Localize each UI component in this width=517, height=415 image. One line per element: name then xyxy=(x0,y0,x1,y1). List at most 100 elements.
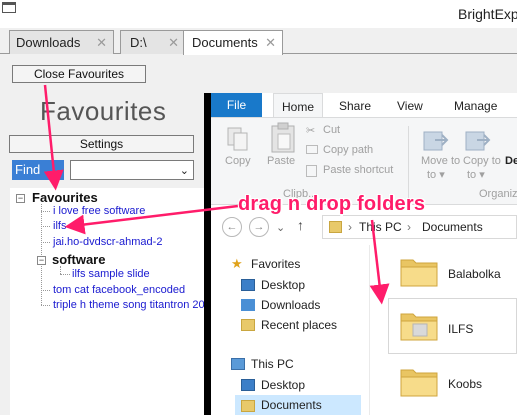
documents-icon xyxy=(241,400,255,412)
tree-guide-line xyxy=(41,242,50,243)
ribbon-tab-manage[interactable]: Manage xyxy=(454,99,497,113)
copy-label[interactable]: Copy xyxy=(225,155,251,167)
close-icon[interactable]: ✕ xyxy=(96,35,107,51)
explorer-content: File Home Share View Manage Copy Paste ✂… xyxy=(211,93,517,415)
organize-group-label: Organiz xyxy=(479,188,517,200)
breadcrumb-separator-icon: › xyxy=(407,220,411,234)
move-to-icon[interactable] xyxy=(421,126,449,154)
star-icon: ★ xyxy=(231,256,243,271)
folder-icon[interactable] xyxy=(399,364,439,398)
tab-label: D:\ xyxy=(130,35,147,50)
app-window-icon xyxy=(2,2,16,13)
desktop-icon xyxy=(241,279,255,291)
tree-folder-software[interactable]: software xyxy=(52,252,105,267)
recent-places-icon xyxy=(241,319,255,331)
paste-shortcut-icon[interactable] xyxy=(306,165,317,177)
nav-item-favorites[interactable]: Favorites xyxy=(251,257,300,271)
tree-guide-line xyxy=(41,211,50,212)
collapse-icon[interactable]: − xyxy=(16,194,25,203)
tree-item[interactable]: triple h theme song titantron 20 xyxy=(53,299,205,311)
ribbon-tab-home[interactable]: Home xyxy=(273,93,324,118)
ribbon-tab-share[interactable]: Share xyxy=(339,99,371,113)
navigation-pane: ★ Favorites Desktop Downloads Recent pla… xyxy=(211,245,361,415)
ribbon-separator xyxy=(408,126,409,198)
find-dropdown[interactable]: ⌄ xyxy=(70,160,194,180)
tree-root-favourites[interactable]: Favourites xyxy=(32,190,98,205)
copy-to-label[interactable]: Copy to xyxy=(463,155,501,167)
computer-icon xyxy=(231,358,245,370)
tab-documents[interactable]: Documents ✕ xyxy=(183,30,283,55)
paste-label[interactable]: Paste xyxy=(267,155,295,167)
ribbon-toolbar: Copy Paste ✂ Cut Copy path Paste shortcu… xyxy=(211,117,517,205)
tree-guide-line xyxy=(41,226,50,227)
tree-guide-line xyxy=(60,266,61,274)
breadcrumb-this-pc[interactable]: This PC xyxy=(359,220,402,234)
recent-locations-chevron-icon[interactable]: ⌄ xyxy=(276,221,285,234)
tree-item[interactable]: ilfs sample slide xyxy=(72,268,150,280)
back-arrow-icon[interactable]: ← xyxy=(222,217,242,237)
downloads-icon xyxy=(241,299,255,311)
chevron-down-icon[interactable]: ⌄ xyxy=(180,164,189,177)
delete-label[interactable]: De xyxy=(505,155,517,167)
copy-path-icon[interactable] xyxy=(306,145,318,154)
tab-d-drive[interactable]: D:\ ✕ xyxy=(120,30,186,54)
tree-guide-line xyxy=(41,290,50,291)
paste-shortcut-label[interactable]: Paste shortcut xyxy=(323,164,393,176)
forward-arrow-icon[interactable]: → xyxy=(249,217,269,237)
nav-item-this-pc[interactable]: This PC xyxy=(251,357,294,371)
tree-guide-line xyxy=(41,305,50,306)
paste-icon[interactable] xyxy=(269,122,297,154)
nav-item-documents[interactable]: Documents xyxy=(261,398,322,412)
title-bar: BrightExp xyxy=(0,0,517,28)
collapse-icon[interactable]: − xyxy=(37,256,46,265)
folder-icon[interactable] xyxy=(399,254,439,288)
drag-drop-annotation: drag n drop folders xyxy=(238,193,426,215)
folder-icon[interactable] xyxy=(399,308,439,342)
ribbon-tabs: File Home Share View Manage xyxy=(211,93,517,118)
settings-button[interactable]: Settings xyxy=(9,135,194,153)
tree-guide-line xyxy=(60,274,70,275)
nav-item-downloads[interactable]: Downloads xyxy=(261,298,320,312)
folder-balabolka[interactable]: Balabolka xyxy=(448,267,501,281)
folder-koobs[interactable]: Koobs xyxy=(448,377,482,391)
favourites-heading: Favourites xyxy=(40,96,167,126)
scissors-icon[interactable]: ✂ xyxy=(306,124,315,137)
ribbon-tab-view[interactable]: View xyxy=(397,99,423,113)
tree-item[interactable]: tom cat facebook_encoded xyxy=(53,284,185,296)
app-title: BrightExp xyxy=(458,6,517,22)
address-field[interactable]: › This PC › Documents xyxy=(322,215,517,239)
breadcrumb-separator-icon: › xyxy=(348,220,352,234)
tree-item[interactable]: ilfs xyxy=(53,220,66,232)
move-to-chevron-icon[interactable]: to ▾ xyxy=(427,168,445,181)
close-favourites-button[interactable]: Close Favourites xyxy=(12,65,146,83)
favourites-tree: − Favourites i love free software ilfs j… xyxy=(10,188,205,415)
bright-explorer-window: BrightExp Downloads ✕ D:\ ✕ Documents ✕ … xyxy=(0,0,517,415)
close-icon[interactable]: ✕ xyxy=(168,35,179,51)
tree-item[interactable]: jai.ho-dvdscr-ahmad-2 xyxy=(53,236,162,248)
copy-to-chevron-icon[interactable]: to ▾ xyxy=(467,168,485,181)
tab-strip: Downloads ✕ D:\ ✕ Documents ✕ xyxy=(0,28,517,55)
favourites-panel: Close Favourites Favourites Settings Fin… xyxy=(0,55,205,415)
nav-item-desktop[interactable]: Desktop xyxy=(261,278,305,292)
tab-label: Downloads xyxy=(16,35,81,50)
copy-path-label[interactable]: Copy path xyxy=(323,144,373,156)
tab-downloads[interactable]: Downloads ✕ xyxy=(9,30,114,54)
find-button[interactable]: Find xyxy=(12,160,64,180)
breadcrumb-documents[interactable]: Documents xyxy=(422,220,483,234)
cut-label[interactable]: Cut xyxy=(323,124,340,136)
nav-item-desktop-2[interactable]: Desktop xyxy=(261,378,305,392)
close-icon[interactable]: ✕ xyxy=(265,35,276,51)
tab-label: Documents xyxy=(192,35,258,50)
tree-item[interactable]: i love free software xyxy=(53,205,145,217)
folder-ilfs[interactable]: ILFS xyxy=(448,322,473,336)
nav-item-recent-places[interactable]: Recent places xyxy=(261,318,337,332)
folder-icon xyxy=(329,221,342,233)
ribbon-tab-file[interactable]: File xyxy=(211,93,262,117)
explorer-window: File Home Share View Manage Copy Paste ✂… xyxy=(204,93,517,415)
move-to-label[interactable]: Move to xyxy=(421,155,460,167)
up-arrow-icon[interactable]: ↑ xyxy=(297,217,304,233)
copy-to-icon[interactable] xyxy=(463,126,491,154)
folder-content-pane: Balabolka ILFS Koobs xyxy=(371,245,517,415)
desktop-icon xyxy=(241,379,255,391)
copy-icon[interactable] xyxy=(226,126,250,152)
